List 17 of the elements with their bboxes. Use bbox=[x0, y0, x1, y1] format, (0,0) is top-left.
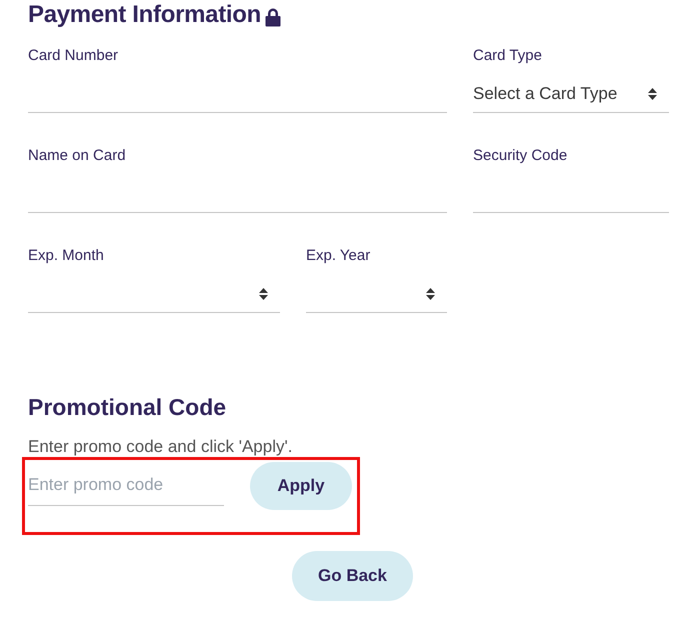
field-label: Card Type bbox=[473, 46, 543, 65]
section-heading: Payment Information bbox=[28, 1, 261, 29]
field-label: Name on Card bbox=[28, 146, 127, 165]
instruction-text: Enter promo code and click 'Apply'. bbox=[28, 437, 294, 457]
field-label: Exp. Year bbox=[306, 246, 372, 265]
field-label: Security Code bbox=[473, 146, 568, 165]
promo-code-field[interactable]: Enter promo code bbox=[28, 464, 224, 506]
select-field[interactable]: Select a Card Type bbox=[473, 75, 669, 113]
sort-caret-icon bbox=[259, 288, 268, 300]
go-back-button[interactable]: Go Back bbox=[292, 551, 413, 601]
apply-button[interactable]: Apply bbox=[250, 462, 352, 510]
sort-caret-icon bbox=[426, 288, 435, 300]
lock-icon bbox=[265, 8, 281, 26]
sort-caret-icon bbox=[648, 88, 657, 100]
field-label: Exp. Month bbox=[28, 246, 105, 265]
field-label: Card Number bbox=[28, 46, 120, 65]
section-heading: Promotional Code bbox=[28, 393, 228, 421]
